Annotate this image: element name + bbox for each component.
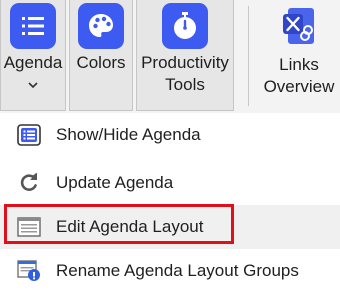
links-label-line1: Links [279, 55, 319, 74]
menu-item-label: Update Agenda [56, 173, 174, 192]
links-label-line2: Overview [263, 77, 335, 96]
stopwatch-icon [162, 3, 208, 49]
productivity-tools-ribbon-button[interactable]: Productivity Tools [136, 0, 234, 111]
ribbon-separator [248, 6, 249, 106]
ribbon: Agenda Colors Productivity Tools Links O… [0, 0, 340, 113]
menu-item-rename-agenda-layout-groups[interactable]: Rename Agenda Layout Groups [0, 249, 340, 293]
menu-item-update-agenda[interactable]: Update Agenda [0, 161, 340, 205]
agenda-ribbon-button[interactable]: Agenda [0, 0, 66, 111]
excel-links-icon [279, 3, 319, 51]
colors-ribbon-button[interactable]: Colors [69, 0, 133, 111]
links-overview-label: Links Overview [264, 54, 335, 98]
agenda-ribbon-label: Agenda [3, 53, 63, 72]
menu-item-label: Rename Agenda Layout Groups [56, 261, 299, 280]
menu-item-show-hide-agenda[interactable]: Show/Hide Agenda [0, 113, 340, 157]
agenda-dropdown-menu: Show/Hide Agenda Update Agenda Edit Agen… [0, 113, 340, 290]
rename-groups-icon [16, 259, 42, 283]
productivity-label-line1: Productivity [141, 53, 229, 72]
highlight-annotation-box [4, 204, 234, 244]
list-icon [10, 3, 56, 49]
menu-item-label: Show/Hide Agenda [56, 125, 201, 144]
palette-icon [78, 3, 124, 49]
colors-ribbon-label: Colors [76, 53, 126, 72]
productivity-label-line2: Tools [165, 75, 205, 94]
productivity-tools-label: Productivity Tools [141, 52, 229, 96]
list-icon [16, 123, 42, 147]
links-overview-ribbon-button[interactable]: Links Overview [258, 0, 340, 111]
chevron-down-icon [27, 76, 39, 94]
refresh-icon [16, 171, 42, 195]
